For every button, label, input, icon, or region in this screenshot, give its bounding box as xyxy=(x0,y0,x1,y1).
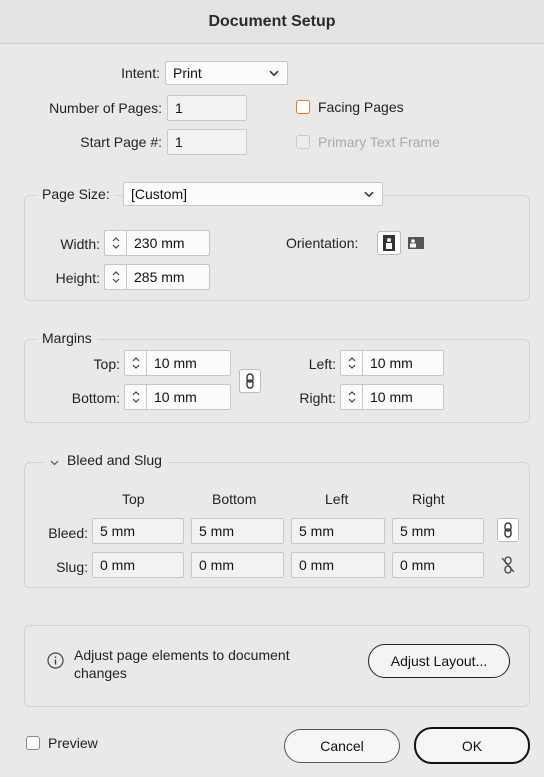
start-page-input[interactable]: 1 xyxy=(167,129,247,155)
margin-left-stepper[interactable]: 10 mm xyxy=(340,350,444,376)
preview-label: Preview xyxy=(48,735,98,751)
height-stepper[interactable]: 285 mm xyxy=(104,264,210,290)
column-header-top: Top xyxy=(122,491,145,507)
slug-left-input[interactable]: 0 mm xyxy=(291,552,385,578)
landscape-orientation-icon[interactable] xyxy=(406,233,426,253)
stepper-arrows-icon[interactable] xyxy=(125,385,147,409)
margin-top-stepper[interactable]: 10 mm xyxy=(124,350,231,376)
adjust-layout-button[interactable]: Adjust Layout... xyxy=(368,644,510,678)
adjust-message-line1: Adjust page elements to document xyxy=(74,647,290,663)
margin-left-value[interactable]: 10 mm xyxy=(363,351,413,375)
margin-right-value[interactable]: 10 mm xyxy=(363,385,413,409)
chevron-down-icon xyxy=(269,64,279,80)
number-of-pages-label: Number of Pages: xyxy=(49,100,162,116)
column-header-right: Right xyxy=(412,491,445,507)
margin-right-stepper[interactable]: 10 mm xyxy=(340,384,444,410)
width-label: Width: xyxy=(60,236,100,252)
primary-text-frame-checkbox xyxy=(296,135,310,149)
number-of-pages-input[interactable]: 1 xyxy=(167,95,247,121)
page-size-label: Page Size: xyxy=(36,186,116,202)
intent-value: Print xyxy=(173,65,202,81)
width-value[interactable]: 230 mm xyxy=(127,231,185,255)
stepper-arrows-icon[interactable] xyxy=(341,385,363,409)
bleed-slug-title-wrap[interactable]: Bleed and Slug xyxy=(44,452,168,470)
facing-pages-checkbox[interactable] xyxy=(296,100,310,114)
height-label: Height: xyxy=(55,270,100,286)
stepper-arrows-icon[interactable] xyxy=(341,351,363,375)
disclosure-chevron-icon[interactable] xyxy=(50,453,59,469)
preview-checkbox[interactable] xyxy=(26,736,40,750)
margins-group xyxy=(24,339,530,423)
start-page-label: Start Page #: xyxy=(80,134,162,150)
bleed-right-input[interactable]: 5 mm xyxy=(392,518,484,544)
stepper-arrows-icon[interactable] xyxy=(105,265,127,289)
column-header-bottom: Bottom xyxy=(212,491,257,507)
page-size-value: [Custom] xyxy=(131,186,188,202)
info-icon xyxy=(46,651,64,669)
page-size-select[interactable]: [Custom] xyxy=(123,182,383,206)
margin-bottom-stepper[interactable]: 10 mm xyxy=(124,384,231,410)
link-bleed-icon[interactable] xyxy=(497,518,519,542)
portrait-orientation-icon[interactable] xyxy=(377,231,401,255)
margin-bottom-value[interactable]: 10 mm xyxy=(147,385,197,409)
title-bar: Document Setup xyxy=(0,0,544,44)
intent-label: Intent: xyxy=(121,65,160,81)
bleed-top-input[interactable]: 5 mm xyxy=(92,518,184,544)
margin-top-value[interactable]: 10 mm xyxy=(147,351,197,375)
slug-right-input[interactable]: 0 mm xyxy=(392,552,484,578)
stepper-arrows-icon[interactable] xyxy=(105,231,127,255)
primary-text-frame-label: Primary Text Frame xyxy=(318,134,440,150)
margin-bottom-label: Bottom: xyxy=(71,390,120,406)
facing-pages-label: Facing Pages xyxy=(318,99,404,115)
slug-bottom-input[interactable]: 0 mm xyxy=(191,552,284,578)
width-stepper[interactable]: 230 mm xyxy=(104,230,210,256)
unlink-slug-icon[interactable] xyxy=(497,553,519,577)
intent-select[interactable]: Print xyxy=(165,61,288,85)
margin-left-label: Left: xyxy=(308,356,336,372)
dialog-title: Document Setup xyxy=(208,12,336,30)
stepper-arrows-icon[interactable] xyxy=(125,351,147,375)
slug-top-input[interactable]: 0 mm xyxy=(92,552,184,578)
column-header-left: Left xyxy=(325,491,349,507)
adjust-message-line2: changes xyxy=(74,665,127,681)
margin-top-label: Top: xyxy=(93,356,120,372)
link-margins-icon[interactable] xyxy=(239,369,261,393)
margins-title: Margins xyxy=(36,330,98,346)
orientation-label: Orientation: xyxy=(286,235,359,251)
cancel-button[interactable]: Cancel xyxy=(284,729,400,763)
bleed-slug-title: Bleed and Slug xyxy=(67,452,162,468)
bleed-label: Bleed: xyxy=(48,525,88,541)
chevron-down-icon xyxy=(364,185,374,201)
slug-label: Slug: xyxy=(56,559,88,575)
height-value[interactable]: 285 mm xyxy=(127,265,185,289)
margin-right-label: Right: xyxy=(299,390,336,406)
bleed-left-input[interactable]: 5 mm xyxy=(291,518,385,544)
bleed-bottom-input[interactable]: 5 mm xyxy=(191,518,284,544)
ok-button[interactable]: OK xyxy=(414,727,530,764)
